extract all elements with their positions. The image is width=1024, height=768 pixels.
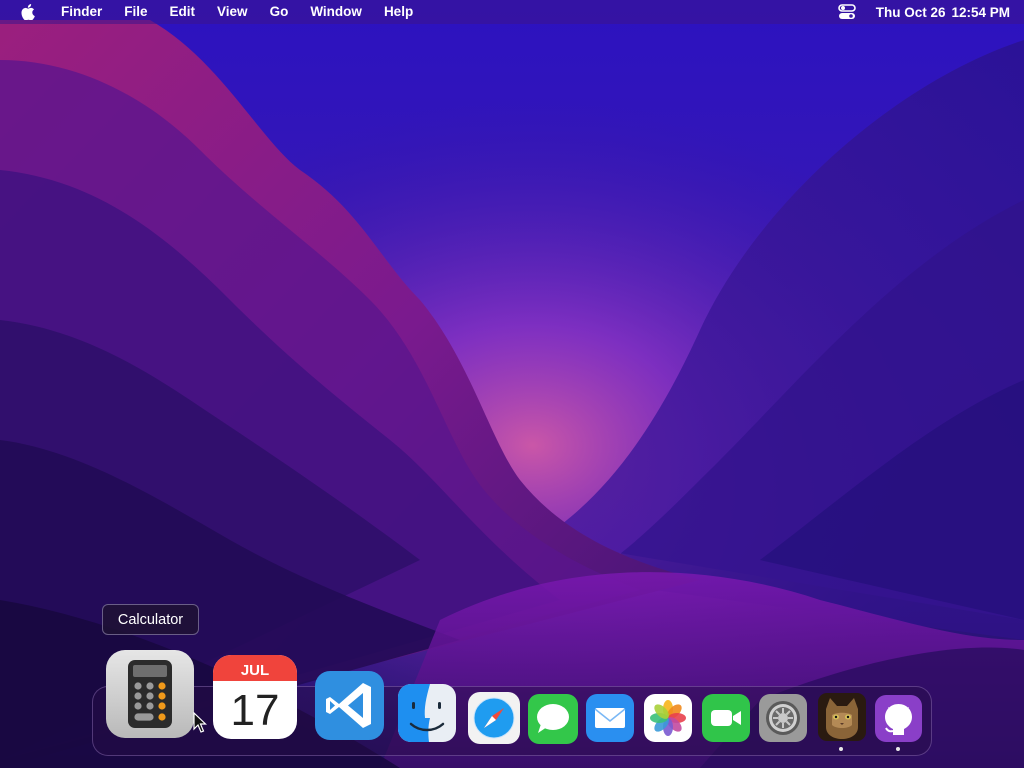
messages-icon[interactable] [528,694,578,744]
settings-icon[interactable] [759,694,807,742]
safari-icon[interactable] [468,692,520,744]
github-icon[interactable] [875,695,922,742]
mouse-cursor-icon [193,711,207,739]
menu-app-name[interactable]: Finder [50,0,113,24]
vscode-icon[interactable] [315,671,384,740]
menu-bar: Finder File Edit View Go Window Help Thu… [0,0,1024,24]
finder-icon[interactable] [398,684,456,742]
menu-file[interactable]: File [113,0,158,24]
dock-tooltip: Calculator [102,604,199,635]
clock-day: Thu Oct 26 [875,4,946,20]
running-indicator [896,747,900,751]
menu-go[interactable]: Go [259,0,300,24]
control-center-icon[interactable] [837,2,858,22]
mail-icon[interactable] [586,694,634,742]
desktop[interactable]: Finder File Edit View Go Window Help Thu… [0,0,1024,768]
apple-menu-icon[interactable] [8,0,48,24]
menu-edit[interactable]: Edit [159,0,207,24]
photos-icon[interactable] [644,694,692,742]
clock-time: 12:54 PM [951,4,1010,20]
calendar-icon[interactable]: JUL 17 [213,655,297,739]
menu-window[interactable]: Window [299,0,373,24]
cat-app-icon[interactable] [818,693,866,741]
facetime-icon[interactable] [702,694,750,742]
calendar-day: 17 [231,686,280,735]
running-indicator [839,747,843,751]
menu-view[interactable]: View [206,0,259,24]
menu-help[interactable]: Help [373,0,424,24]
calendar-month: JUL [241,662,269,679]
menu-clock[interactable]: Thu Oct 26 12:54 PM [876,5,1016,20]
calculator-icon[interactable] [106,650,194,738]
